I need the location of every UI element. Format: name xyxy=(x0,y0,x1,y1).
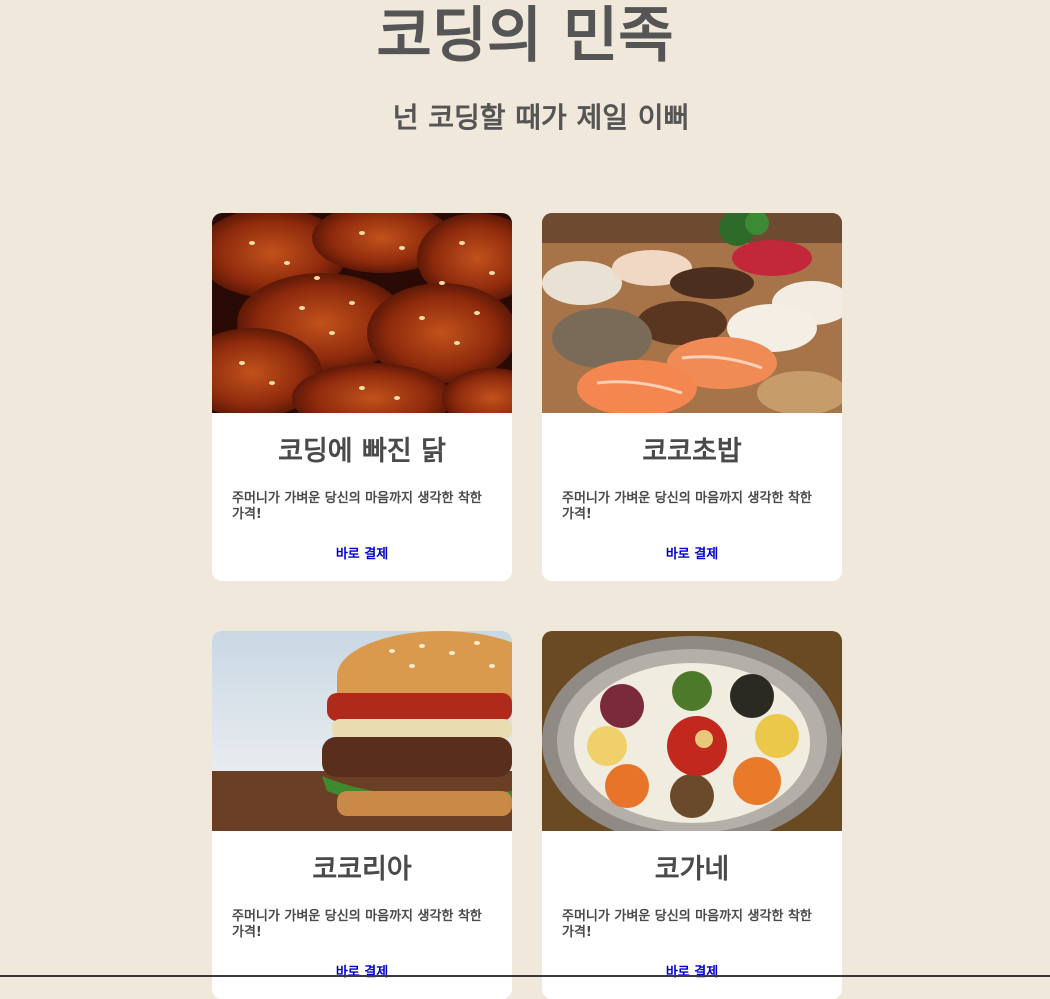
pay-now-link[interactable]: 바로 결제 xyxy=(212,961,512,980)
card-title: 코가네 xyxy=(654,854,730,885)
card-title: 코딩에 빠진 닭 xyxy=(278,436,446,467)
card-description: 주머니가 가벼운 당신의 마음까지 생각한 착한 가격! xyxy=(562,909,812,940)
card-title: 코코리아 xyxy=(312,854,412,885)
pay-now-link[interactable]: 바로 결제 xyxy=(542,961,842,980)
page-title: 코딩의 민족 xyxy=(376,1,674,71)
pay-now-link[interactable]: 바로 결제 xyxy=(542,543,842,562)
card-description: 주머니가 가벼운 당신의 마음까지 생각한 착한 가격! xyxy=(232,491,482,522)
card-description: 주머니가 가벼운 당신의 마음까지 생각한 착한 가격! xyxy=(562,491,812,522)
restaurant-card: 코딩에 빠진 닭 주머니가 가벼운 당신의 마음까지 생각한 착한 가격! 바로… xyxy=(212,213,512,581)
fried-chicken-photo xyxy=(212,213,512,413)
card-description: 주머니가 가벼운 당신의 마음까지 생각한 착한 가격! xyxy=(232,909,482,940)
page-subtitle: 넌 코딩할 때가 제일 이뻐 xyxy=(392,101,690,134)
burger-photo xyxy=(212,631,512,831)
sushi-photo xyxy=(542,213,842,413)
pay-now-link[interactable]: 바로 결제 xyxy=(212,543,512,562)
restaurant-card: 코가네 주머니가 가벼운 당신의 마음까지 생각한 착한 가격! 바로 결제 xyxy=(542,631,842,999)
card-title: 코코초밥 xyxy=(642,436,742,467)
restaurant-card: 코코초밥 주머니가 가벼운 당신의 마음까지 생각한 착한 가격! 바로 결제 xyxy=(542,213,842,581)
bibimbap-photo xyxy=(542,631,842,831)
restaurant-card: 코코리아 주머니가 가벼운 당신의 마음까지 생각한 착한 가격! 바로 결제 xyxy=(212,631,512,999)
